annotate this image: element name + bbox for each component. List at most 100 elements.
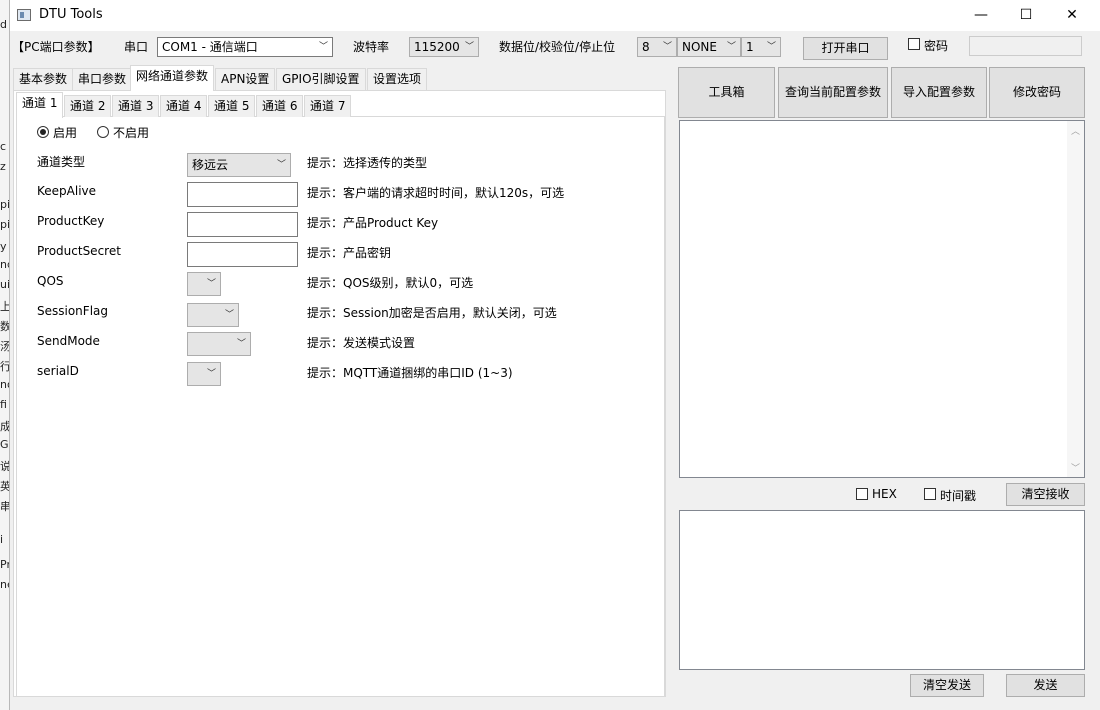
keepalive-label: KeepAlive <box>37 184 97 198</box>
channel-type-hint: 提示：选择透传的类型 <box>307 156 428 170</box>
serialid-label: serialD <box>37 364 79 378</box>
maximize-button[interactable]: ☐ <box>1003 0 1049 31</box>
background-text-fragment: 成 <box>0 420 9 433</box>
background-text-fragment: pi <box>0 198 9 211</box>
tab-apn-settings[interactable]: APN设置 <box>215 68 276 90</box>
password-field[interactable] <box>969 36 1082 56</box>
background-text-fragment: 串 <box>0 500 9 513</box>
enable-radio[interactable] <box>37 126 49 138</box>
tab-channel-1[interactable]: 通道 1 <box>16 92 64 118</box>
timestamp-checkbox[interactable] <box>924 488 936 500</box>
clear-receive-button[interactable]: 清空接收 <box>1006 483 1085 506</box>
tab-channel-2[interactable]: 通道 2 <box>64 95 112 117</box>
chevron-down-icon: ﹀ <box>464 42 474 52</box>
tab-channel-3[interactable]: 通道 3 <box>112 95 160 117</box>
enable-label: 启用 <box>53 126 78 140</box>
background-desktop-strip: d cz pi pi y nd ui 上数汤行 no fi 成G说英串 i Pr ne <box>0 0 9 710</box>
tab-channel-5[interactable]: 通道 5 <box>208 95 256 117</box>
background-text-fragment: c <box>0 140 7 153</box>
background-text-fragment: 行 <box>0 360 9 373</box>
timestamp-label: 时间戳 <box>940 489 977 503</box>
change-password-button[interactable]: 修改密码 <box>989 67 1085 118</box>
title-bar: DTU Tools — ☐ ✕ <box>10 0 1100 31</box>
sessionflag-select[interactable]: ﹀ <box>187 303 239 327</box>
background-text-fragment: 上 <box>0 300 9 313</box>
pc-port-section-label: 【PC端口参数】 <box>12 40 100 54</box>
background-text-fragment: 英 <box>0 480 9 493</box>
stop-bits-select[interactable]: 1 ﹀ <box>741 37 781 57</box>
toolbox-button[interactable]: 工具箱 <box>678 67 775 118</box>
receive-textarea[interactable]: ︿ ﹀ <box>679 120 1085 478</box>
port-label: 串口 <box>124 40 149 54</box>
background-text-fragment: z <box>0 160 6 173</box>
tab-basic-params[interactable]: 基本参数 <box>13 68 74 90</box>
productkey-label: ProductKey <box>37 214 105 228</box>
qos-select[interactable]: ﹀ <box>187 272 221 296</box>
chevron-down-icon: ﹀ <box>276 160 286 170</box>
chevron-down-icon: ﹀ <box>662 42 672 52</box>
password-checkbox[interactable] <box>908 38 920 50</box>
chevron-down-icon: ﹀ <box>726 42 736 52</box>
background-text-fragment: 汤 <box>0 340 9 353</box>
port-select[interactable]: COM1 - 通信端口 ﹀ <box>157 37 333 57</box>
tab-gpio-settings[interactable]: GPIO引脚设置 <box>276 68 366 90</box>
qos-label: QOS <box>37 274 64 288</box>
productkey-input[interactable] <box>187 212 298 237</box>
sendmode-label: SendMode <box>37 334 100 348</box>
background-text-fragment: Pr <box>0 558 9 571</box>
dtu-tools-window: DTU Tools — ☐ ✕ 【PC端口参数】 串口 COM1 - 通信端口 … <box>9 0 1100 710</box>
password-label: 密码 <box>924 39 949 53</box>
sessionflag-hint: 提示：Session加密是否启用，默认关闭，可选 <box>307 306 557 320</box>
open-port-button[interactable]: 打开串口 <box>803 37 888 60</box>
sendmode-select[interactable]: ﹀ <box>187 332 251 356</box>
bits-label: 数据位/校验位/停止位 <box>499 40 616 54</box>
tab-channel-4[interactable]: 通道 4 <box>160 95 208 117</box>
tab-network-channel-params[interactable]: 网络通道参数 <box>130 65 215 91</box>
background-text-fragment: G <box>0 438 9 451</box>
background-text-fragment: y <box>0 240 7 253</box>
receive-scrollbar[interactable]: ︿ ﹀ <box>1067 121 1084 477</box>
background-text-fragment: 说 <box>0 460 9 473</box>
productkey-hint: 提示：产品Product Key <box>307 216 439 230</box>
data-bits-select[interactable]: 8 ﹀ <box>637 37 677 57</box>
keepalive-hint: 提示：客户端的请求超时时间，默认120s，可选 <box>307 186 565 200</box>
chevron-down-icon: ﹀ <box>236 339 246 349</box>
keepalive-input[interactable] <box>187 182 298 207</box>
background-text-fragment: ui <box>0 278 9 291</box>
window-title: DTU Tools <box>39 7 103 22</box>
background-text-fragment: no <box>0 378 9 391</box>
serialid-select[interactable]: ﹀ <box>187 362 221 386</box>
parity-select[interactable]: NONE ﹀ <box>677 37 741 57</box>
data-bits-value: 8 <box>642 40 650 54</box>
tab-serial-params[interactable]: 串口参数 <box>72 68 133 90</box>
chevron-down-icon: ﹀ <box>206 279 216 289</box>
hex-checkbox[interactable] <box>856 488 868 500</box>
app-icon <box>17 9 31 21</box>
background-text-fragment: fi <box>0 398 7 411</box>
channel-type-value: 移远云 <box>192 158 229 172</box>
serialid-hint: 提示：MQTT通道捆绑的串口ID (1~3) <box>307 366 513 380</box>
clear-send-button[interactable]: 清空发送 <box>910 674 984 697</box>
port-select-value: COM1 - 通信端口 <box>162 40 258 54</box>
close-button[interactable]: ✕ <box>1049 0 1095 31</box>
tab-setting-options[interactable]: 设置选项 <box>367 68 428 90</box>
query-config-button[interactable]: 查询当前配置参数 <box>778 67 888 118</box>
send-textarea[interactable] <box>679 510 1085 670</box>
chevron-up-icon[interactable]: ︿ <box>1067 124 1084 137</box>
chevron-down-icon: ﹀ <box>766 42 776 52</box>
qos-hint: 提示：QOS级别，默认0，可选 <box>307 276 474 290</box>
channel-type-label: 通道类型 <box>37 155 86 169</box>
minimize-button[interactable]: — <box>958 0 1004 31</box>
chevron-down-icon[interactable]: ﹀ <box>1067 461 1084 474</box>
send-button[interactable]: 发送 <box>1006 674 1085 697</box>
baud-select[interactable]: 115200 ﹀ <box>409 37 479 57</box>
productsecret-input[interactable] <box>187 242 298 267</box>
disable-radio[interactable] <box>97 126 109 138</box>
productsecret-hint: 提示：产品密钥 <box>307 246 392 260</box>
channel-type-select[interactable]: 移远云 ﹀ <box>187 153 291 177</box>
background-text-fragment: d <box>0 18 7 31</box>
tab-channel-6[interactable]: 通道 6 <box>256 95 304 117</box>
tab-channel-7[interactable]: 通道 7 <box>304 95 352 117</box>
import-config-button[interactable]: 导入配置参数 <box>891 67 987 118</box>
sendmode-hint: 提示：发送模式设置 <box>307 336 416 350</box>
